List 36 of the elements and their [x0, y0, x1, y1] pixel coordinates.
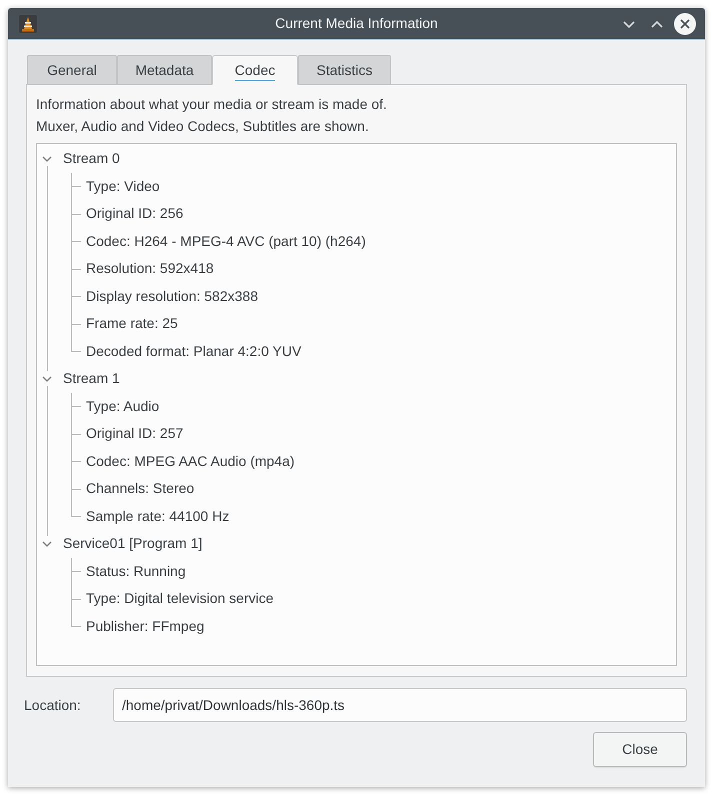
tree-item[interactable]: Codec: MPEG AAC Audio (mp4a): [86, 450, 295, 472]
location-field[interactable]: /home/privat/Downloads/hls-360p.ts: [113, 688, 687, 722]
tree-item[interactable]: Type: Video: [86, 176, 160, 197]
tree-item[interactable]: Display resolution: 582x388: [86, 286, 258, 307]
tree-item[interactable]: Original ID: 257: [86, 423, 184, 444]
tree-item[interactable]: Original ID: 256: [86, 203, 184, 224]
tree-item[interactable]: Publisher: FFmpeg: [86, 616, 204, 637]
tree-item[interactable]: Codec: H264 - MPEG-4 AVC (part 10) (h264): [86, 230, 366, 252]
tree-item[interactable]: Channels: Stereo: [86, 478, 194, 500]
location-label: Location:: [24, 696, 82, 714]
close-button[interactable]: Close: [593, 732, 687, 767]
tree-item[interactable]: Frame rate: 25: [86, 313, 178, 334]
chevron-down-icon[interactable]: [42, 538, 52, 549]
tab[interactable]: Metadata: [117, 55, 212, 85]
description-text: Information about what your media or stream is made of.: [36, 95, 388, 114]
chevron-down-icon[interactable]: [42, 154, 52, 164]
window-title: Current Media Information: [275, 14, 438, 33]
tab[interactable]: Codec: [212, 55, 298, 85]
tree-item[interactable]: Sample rate: 44100 Hz: [86, 506, 230, 527]
description-text: Muxer, Audio and Video Codecs, Subtitles are shown.: [36, 117, 370, 136]
chevron-down-icon[interactable]: [42, 374, 52, 384]
tree-item[interactable]: Stream 1: [63, 368, 120, 390]
tab[interactable]: General: [27, 55, 117, 85]
traffic-cone-icon: [19, 15, 37, 33]
tree-item[interactable]: Type: Digital television service: [86, 588, 274, 610]
chevron-up-icon: [651, 20, 663, 28]
close-window-button[interactable]: [674, 13, 696, 35]
tree-item[interactable]: Stream 0: [63, 148, 120, 170]
tree-item[interactable]: Decoded format: Planar 4:2:0 YUV: [86, 340, 302, 362]
close-icon: [674, 13, 696, 35]
tree-item[interactable]: Type: Audio: [86, 396, 160, 417]
chevron-down-icon: [623, 20, 635, 28]
tree-item[interactable]: Resolution: 592x418: [86, 258, 214, 280]
tab[interactable]: Statistics: [298, 55, 391, 85]
tree-item[interactable]: Service01 [Program 1]: [63, 533, 202, 554]
tree-item[interactable]: Status: Running: [86, 560, 186, 582]
